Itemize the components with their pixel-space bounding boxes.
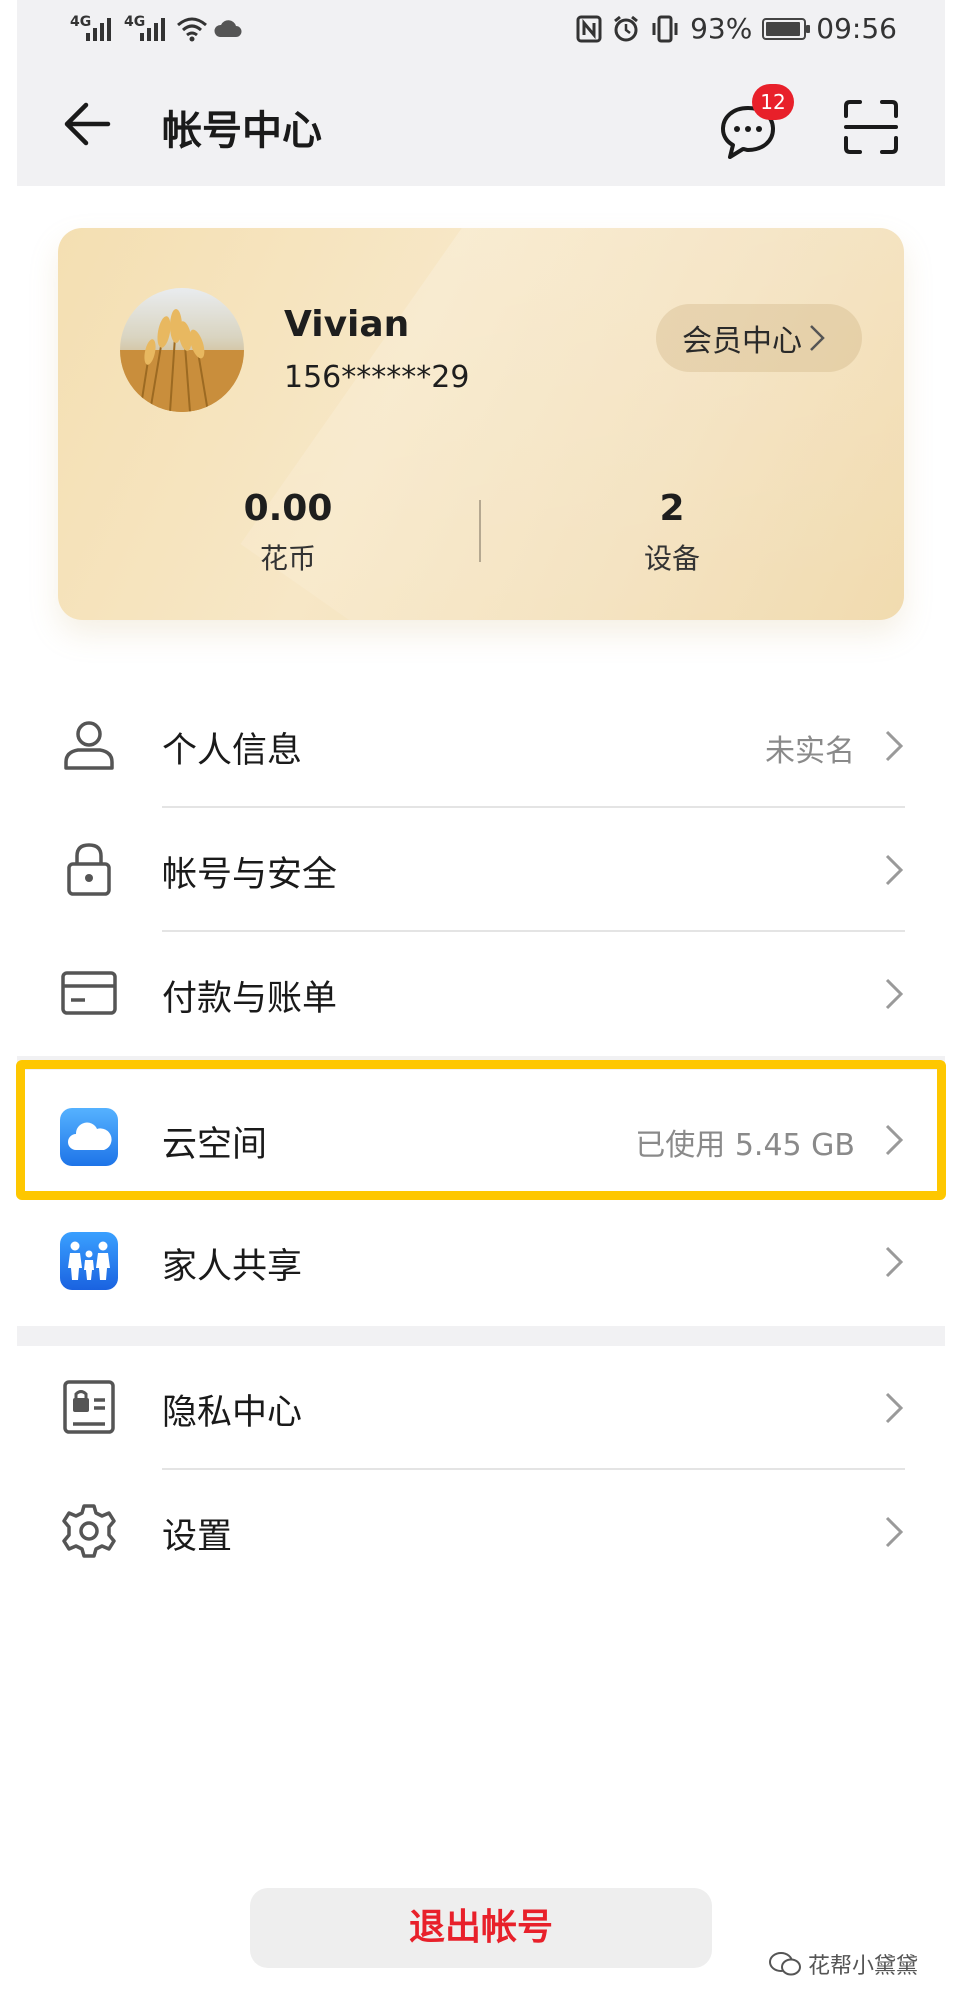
chevron-right-icon bbox=[885, 854, 904, 886]
scan-icon bbox=[844, 100, 898, 154]
user-name: Vivian bbox=[284, 304, 410, 345]
account-security-label: 帐号与安全 bbox=[162, 855, 338, 895]
devices-value: 2 bbox=[659, 488, 685, 529]
chevron-right-icon bbox=[885, 730, 904, 762]
list-item-personal-info[interactable]: 个人信息 未实名 bbox=[0, 684, 961, 808]
family-sharing-label: 家人共享 bbox=[162, 1247, 303, 1287]
watermark: 花帮小黛黛 bbox=[768, 1948, 918, 1980]
devices-stat[interactable]: 2 设备 bbox=[572, 488, 772, 577]
account-card[interactable]: Vivian 156******29 会员中心 0.00 花币 2 设备 bbox=[58, 228, 904, 620]
wechat-icon bbox=[769, 1952, 801, 1976]
wifi-icon bbox=[177, 17, 207, 42]
logout-button[interactable]: 退出帐号 bbox=[250, 1888, 712, 1968]
status-right: 93% 09:56 bbox=[576, 12, 897, 45]
signal-2-icon bbox=[140, 18, 165, 41]
chevron-right-icon bbox=[885, 1246, 904, 1278]
devices-label: 设备 bbox=[643, 542, 700, 575]
watermark-text: 花帮小黛黛 bbox=[808, 1954, 919, 1979]
message-count-badge: 12 bbox=[752, 84, 794, 120]
personal-info-status: 未实名 bbox=[765, 734, 855, 769]
clock: 09:56 bbox=[816, 12, 897, 45]
privacy-label: 隐私中心 bbox=[162, 1393, 303, 1433]
nfc-icon bbox=[576, 15, 602, 42]
alarm-icon bbox=[614, 15, 638, 41]
battery-fill bbox=[766, 21, 800, 36]
battery-percent: 93% bbox=[690, 12, 753, 45]
wheat-photo bbox=[120, 288, 244, 412]
settings-label: 设置 bbox=[162, 1517, 233, 1557]
person-icon bbox=[64, 721, 114, 770]
member-center-label: 会员中心 bbox=[682, 324, 802, 359]
chevron-right-icon bbox=[885, 978, 904, 1010]
gear-icon bbox=[62, 1504, 116, 1558]
list-item-payment[interactable]: 付款与账单 bbox=[0, 932, 961, 1056]
lock-icon bbox=[67, 843, 111, 896]
status-bar: 4G 4G 93% 09:56 bbox=[0, 0, 961, 62]
stat-divider bbox=[479, 500, 481, 562]
chevron-right-icon bbox=[885, 1516, 904, 1548]
list-item-account-security[interactable]: 帐号与安全 bbox=[0, 808, 961, 932]
chevron-right-icon bbox=[885, 1392, 904, 1424]
section-gap bbox=[17, 1326, 945, 1346]
app-bar: 帐号中心 12 bbox=[0, 80, 961, 170]
back-button[interactable] bbox=[58, 94, 118, 154]
member-center-button[interactable]: 会员中心 bbox=[656, 304, 862, 372]
list-item-settings[interactable]: 设置 bbox=[0, 1470, 961, 1594]
coins-label: 花币 bbox=[259, 542, 316, 575]
family-icon bbox=[60, 1232, 118, 1290]
arrow-left-icon bbox=[64, 102, 111, 146]
coins-stat[interactable]: 0.00 花币 bbox=[188, 488, 388, 577]
list-item-privacy[interactable]: 隐私中心 bbox=[0, 1346, 961, 1470]
signal-1-icon bbox=[86, 18, 111, 41]
scan-button[interactable] bbox=[842, 98, 900, 156]
messages-button[interactable]: 12 bbox=[718, 84, 794, 160]
avatar[interactable] bbox=[120, 288, 244, 412]
page-title: 帐号中心 bbox=[162, 108, 322, 154]
personal-info-label: 个人信息 bbox=[162, 731, 303, 771]
vibrate-icon bbox=[652, 15, 678, 42]
card-icon bbox=[61, 971, 117, 1015]
list-item-family-sharing[interactable]: 家人共享 bbox=[0, 1200, 961, 1324]
battery-icon bbox=[762, 17, 811, 40]
coins-value: 0.00 bbox=[243, 488, 333, 529]
privacy-icon bbox=[63, 1380, 115, 1434]
user-phone: 156******29 bbox=[284, 360, 470, 395]
highlight-box bbox=[16, 1060, 946, 1200]
cloud-icon bbox=[214, 20, 242, 37]
payment-label: 付款与账单 bbox=[162, 979, 338, 1019]
chevron-right-icon bbox=[810, 325, 825, 351]
